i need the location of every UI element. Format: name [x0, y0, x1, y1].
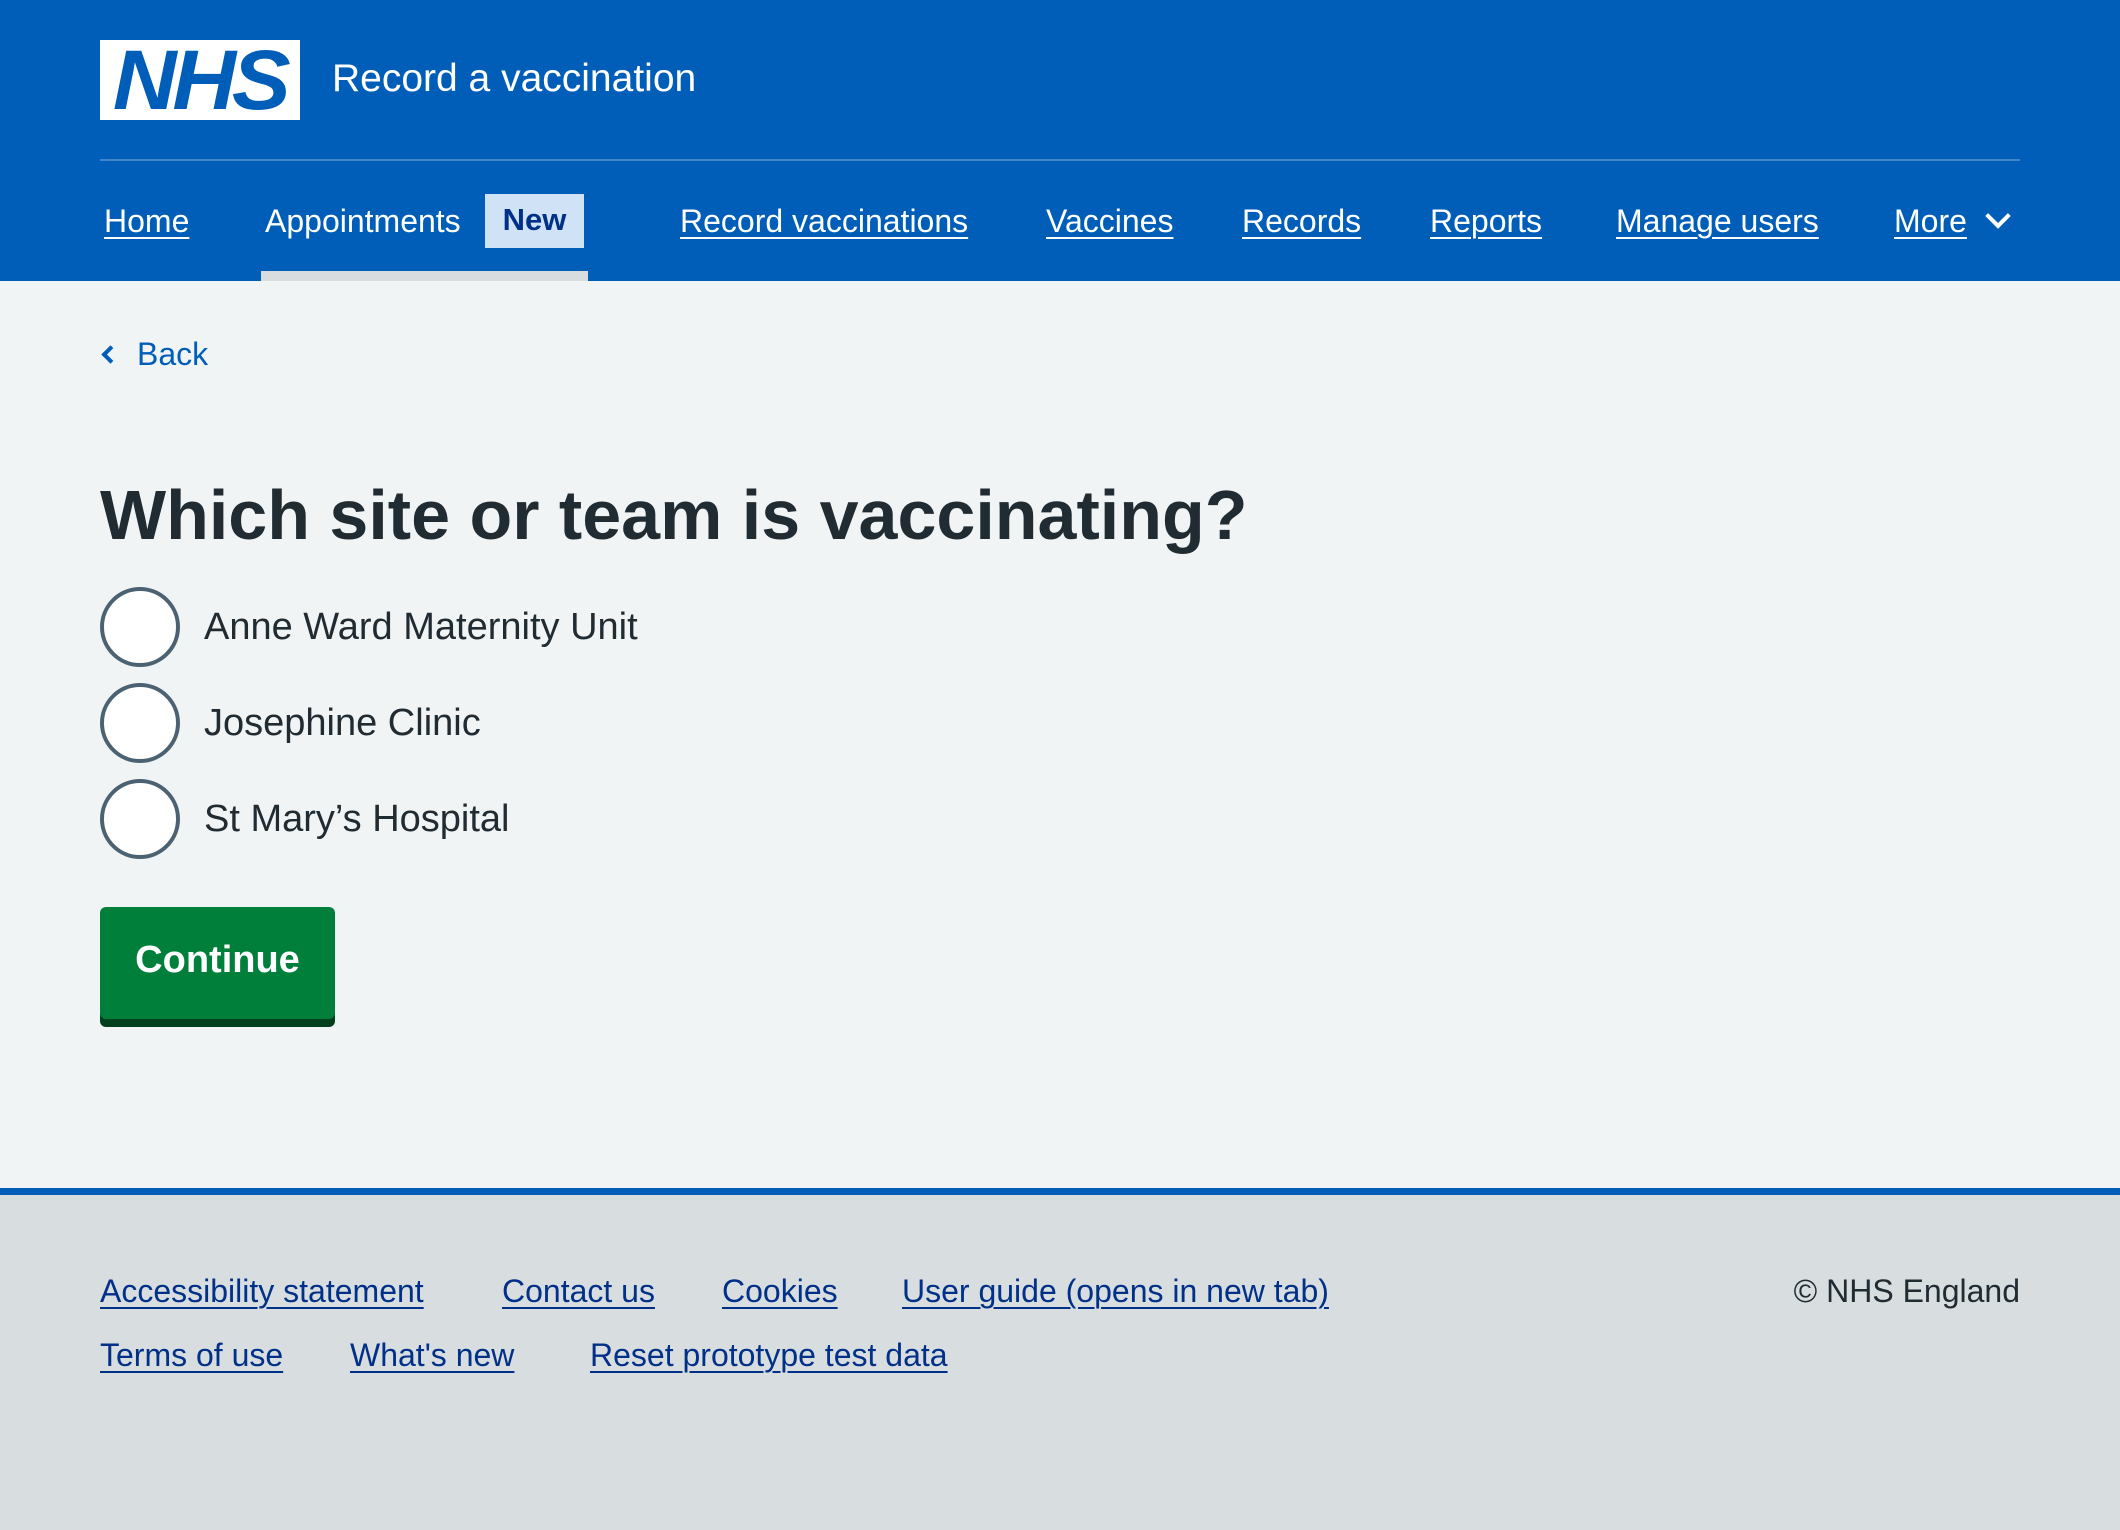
- footer-link-user-guide[interactable]: User guide (opens in new tab): [902, 1269, 1329, 1313]
- chevron-down-icon: [1985, 203, 2011, 229]
- nav-item-more[interactable]: More: [1894, 161, 2011, 281]
- back-link[interactable]: Back: [100, 332, 208, 376]
- chevron-left-icon: [101, 344, 120, 364]
- nav-item-home[interactable]: Home: [104, 161, 189, 281]
- primary-navigation: Home Appointments New Record vaccination…: [0, 161, 2120, 281]
- radio-input[interactable]: [100, 587, 180, 667]
- radio-label: St Mary’s Hospital: [204, 798, 510, 840]
- footer-link-whats-new[interactable]: What's new: [350, 1333, 514, 1377]
- nav-item-vaccines[interactable]: Vaccines: [1046, 161, 1173, 281]
- nav-item-appointments-label: Appointments: [265, 202, 461, 239]
- radio-option-anne-ward[interactable]: Anne Ward Maternity Unit: [100, 586, 1000, 668]
- radio-option-josephine-clinic[interactable]: Josephine Clinic: [100, 682, 1000, 764]
- nhs-logo-text: NHS: [113, 33, 291, 127]
- site-footer: Accessibility statement Contact us Cooki…: [0, 1188, 2120, 1530]
- nav-item-more-label: More: [1894, 202, 1967, 239]
- copyright: © NHS England: [1793, 1273, 2020, 1309]
- radio-input[interactable]: [100, 683, 180, 763]
- nav-item-reports[interactable]: Reports: [1430, 161, 1542, 281]
- nav-item-manage-users[interactable]: Manage users: [1616, 161, 1819, 281]
- nav-item-appointments[interactable]: Appointments New: [260, 161, 589, 281]
- footer-link-accessibility-statement[interactable]: Accessibility statement: [100, 1269, 424, 1313]
- radio-label: Anne Ward Maternity Unit: [204, 606, 638, 648]
- nav-item-records[interactable]: Records: [1242, 161, 1361, 281]
- footer-link-terms-of-use[interactable]: Terms of use: [100, 1333, 283, 1377]
- footer-link-cookies[interactable]: Cookies: [722, 1269, 838, 1313]
- service-name[interactable]: Record a vaccination: [332, 52, 696, 106]
- page-title: Which site or team is vaccinating?: [100, 476, 1248, 554]
- nhs-logo[interactable]: NHS: [100, 33, 300, 127]
- radio-option-st-marys-hospital[interactable]: St Mary’s Hospital: [100, 778, 1000, 860]
- footer-link-reset-prototype-data[interactable]: Reset prototype test data: [590, 1333, 948, 1377]
- footer-link-contact-us[interactable]: Contact us: [502, 1269, 655, 1313]
- radio-label: Josephine Clinic: [204, 702, 481, 744]
- new-tag: New: [484, 194, 585, 248]
- continue-button[interactable]: Continue: [100, 907, 335, 1019]
- back-link-label: Back: [137, 336, 209, 372]
- radio-input[interactable]: [100, 779, 180, 859]
- site-header: NHS Record a vaccination Home Appointmen…: [0, 0, 2120, 281]
- nav-item-record-vaccinations[interactable]: Record vaccinations: [680, 161, 968, 281]
